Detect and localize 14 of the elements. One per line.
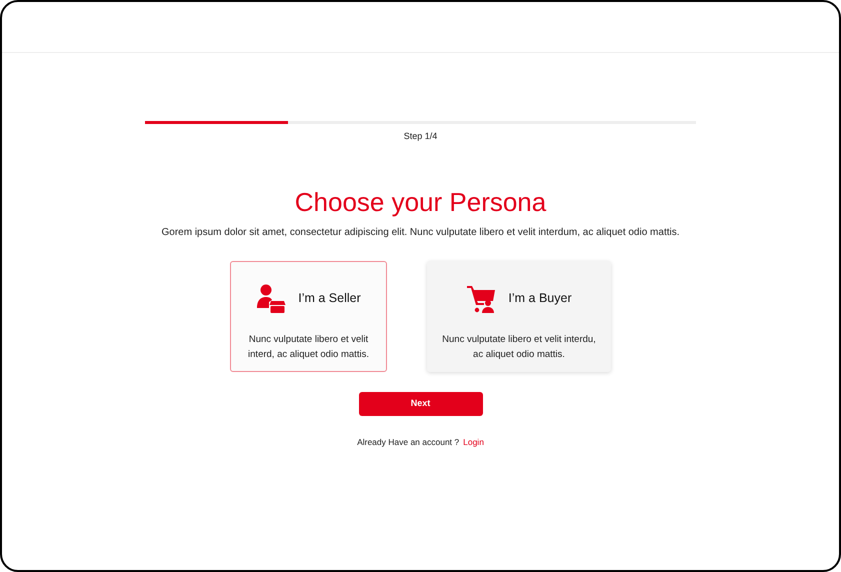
page-subtitle: Gorem ipsum dolor sit amet, consectetur adipiscing elit. Nunc vulputate libero et velit interdum, ac aliquet odio mattis.: [161, 226, 680, 240]
page-title: Choose your Persona: [294, 186, 546, 218]
login-link[interactable]: Login: [463, 436, 484, 448]
persona-title: I’m a Buyer: [508, 290, 572, 308]
person-with-shop-icon: [256, 284, 286, 314]
login-prompt: Already Have an account ?: [357, 436, 460, 448]
persona-title: I’m a Seller: [298, 290, 361, 308]
persona-card[interactable]: I’m a Buyer Nunc vulputate libero et velit interdu, ac aliquet odio mattis.: [427, 260, 611, 372]
persona-description: Nunc vulputate libero et velit interd, ac aliquet odio mattis.: [247, 332, 370, 362]
persona-card[interactable]: I’m a Seller Nunc vulputate libero et velit interd, ac aliquet odio mattis.: [230, 260, 387, 372]
persona-description: Nunc vulputate libero et velit interdu, ac aliquet odio mattis.: [441, 332, 597, 362]
step-label: Step 1/4: [404, 130, 438, 143]
next-button[interactable]: Next: [358, 392, 482, 416]
cart-with-person-icon: [466, 284, 496, 314]
